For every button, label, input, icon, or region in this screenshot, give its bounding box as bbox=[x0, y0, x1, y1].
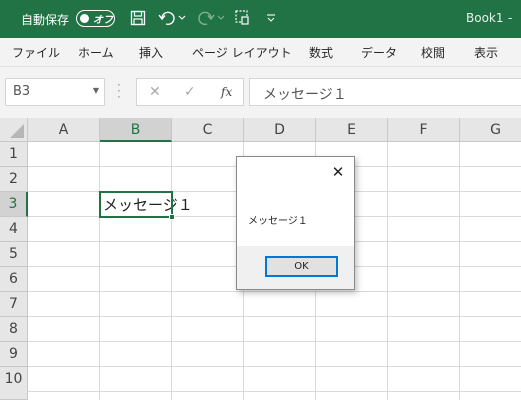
vertical-dots-icon[interactable]: · · · bbox=[117, 79, 121, 103]
redo-dropdown-icon[interactable] bbox=[216, 8, 226, 28]
row-header-2[interactable]: 2 bbox=[0, 167, 28, 192]
ribbon-tabs: ファイル ホーム 挿入 ページ レイアウト 数式 データ 校閲 表示 bbox=[0, 38, 521, 67]
ok-button[interactable]: OK bbox=[265, 256, 338, 277]
gridline bbox=[459, 142, 460, 400]
title-bar: 自動保存 オフ Book1 - bbox=[0, 0, 521, 38]
column-header-b[interactable]: B bbox=[100, 118, 172, 142]
toggle-knob bbox=[80, 13, 89, 23]
gridline bbox=[28, 391, 521, 392]
formula-bar: B3 ▼ · · · ✕ ✓ fx メッセージ１ bbox=[0, 67, 521, 118]
toggle-text: オフ bbox=[93, 15, 113, 26]
row-header-1[interactable]: 1 bbox=[0, 142, 28, 167]
title-separator: - bbox=[508, 11, 513, 25]
fill-handle[interactable] bbox=[169, 214, 175, 220]
column-header-e[interactable]: E bbox=[316, 118, 388, 142]
autosave-toggle[interactable]: オフ bbox=[76, 10, 115, 27]
tab-data[interactable]: データ bbox=[361, 44, 397, 61]
gridline bbox=[28, 291, 521, 292]
enter-icon[interactable]: ✓ bbox=[184, 84, 196, 100]
name-box[interactable]: B3 ▼ bbox=[5, 78, 105, 106]
tab-formulas[interactable]: 数式 bbox=[309, 44, 333, 61]
select-all-corner[interactable] bbox=[0, 118, 28, 142]
row-header-9[interactable]: 9 bbox=[0, 342, 28, 367]
tab-insert[interactable]: 挿入 bbox=[139, 44, 163, 61]
row-header-6[interactable]: 6 bbox=[0, 267, 28, 292]
row-header-3[interactable]: 3 bbox=[0, 192, 28, 217]
gridline bbox=[99, 142, 100, 400]
undo-icon[interactable] bbox=[157, 8, 177, 28]
gridline bbox=[28, 316, 521, 317]
save-icon[interactable] bbox=[128, 8, 148, 28]
active-cell-b3[interactable] bbox=[99, 191, 175, 220]
autosave-label: 自動保存 bbox=[21, 13, 70, 27]
customize-quick-access-icon[interactable] bbox=[264, 8, 278, 28]
cancel-icon[interactable]: ✕ bbox=[149, 84, 161, 100]
gridline bbox=[171, 142, 172, 400]
tab-review[interactable]: 校閲 bbox=[421, 44, 445, 61]
formula-buttons: ✕ ✓ fx bbox=[136, 78, 244, 106]
touch-mode-icon[interactable] bbox=[233, 8, 253, 28]
row-header-8[interactable]: 8 bbox=[0, 317, 28, 342]
redo-icon[interactable] bbox=[196, 8, 216, 28]
tab-file[interactable]: ファイル bbox=[12, 44, 60, 61]
dialog-message: メッセージ１ bbox=[248, 216, 308, 227]
row-header-5[interactable]: 5 bbox=[0, 242, 28, 267]
gridline bbox=[28, 341, 521, 342]
dialog-footer: OK bbox=[237, 246, 354, 289]
close-icon[interactable]: ✕ bbox=[330, 164, 346, 180]
select-all-triangle-icon bbox=[10, 124, 24, 138]
row-header-7[interactable]: 7 bbox=[0, 292, 28, 317]
column-header-c[interactable]: C bbox=[172, 118, 244, 142]
formula-content: メッセージ１ bbox=[263, 87, 347, 103]
row-header-4[interactable]: 4 bbox=[0, 217, 28, 242]
row-header-10[interactable]: 10 bbox=[0, 367, 28, 400]
undo-dropdown-icon[interactable] bbox=[177, 8, 187, 28]
message-box-dialog: ✕ メッセージ１ OK bbox=[236, 156, 355, 290]
column-header-a[interactable]: A bbox=[28, 118, 100, 142]
insert-function-icon[interactable]: fx bbox=[221, 85, 232, 99]
column-header-g[interactable]: G bbox=[460, 118, 521, 142]
tab-home[interactable]: ホーム bbox=[78, 44, 114, 61]
column-header-d[interactable]: D bbox=[244, 118, 316, 142]
column-header-f[interactable]: F bbox=[388, 118, 460, 142]
tab-page-layout[interactable]: ページ レイアウト bbox=[192, 44, 292, 61]
gridline bbox=[28, 366, 521, 367]
chevron-down-icon[interactable]: ▼ bbox=[93, 86, 99, 95]
formula-input[interactable]: メッセージ１ bbox=[249, 78, 521, 106]
workbook-title: Book1 bbox=[466, 11, 504, 25]
name-box-value: B3 bbox=[13, 84, 31, 99]
gridline bbox=[387, 142, 388, 400]
tab-view[interactable]: 表示 bbox=[474, 44, 498, 61]
